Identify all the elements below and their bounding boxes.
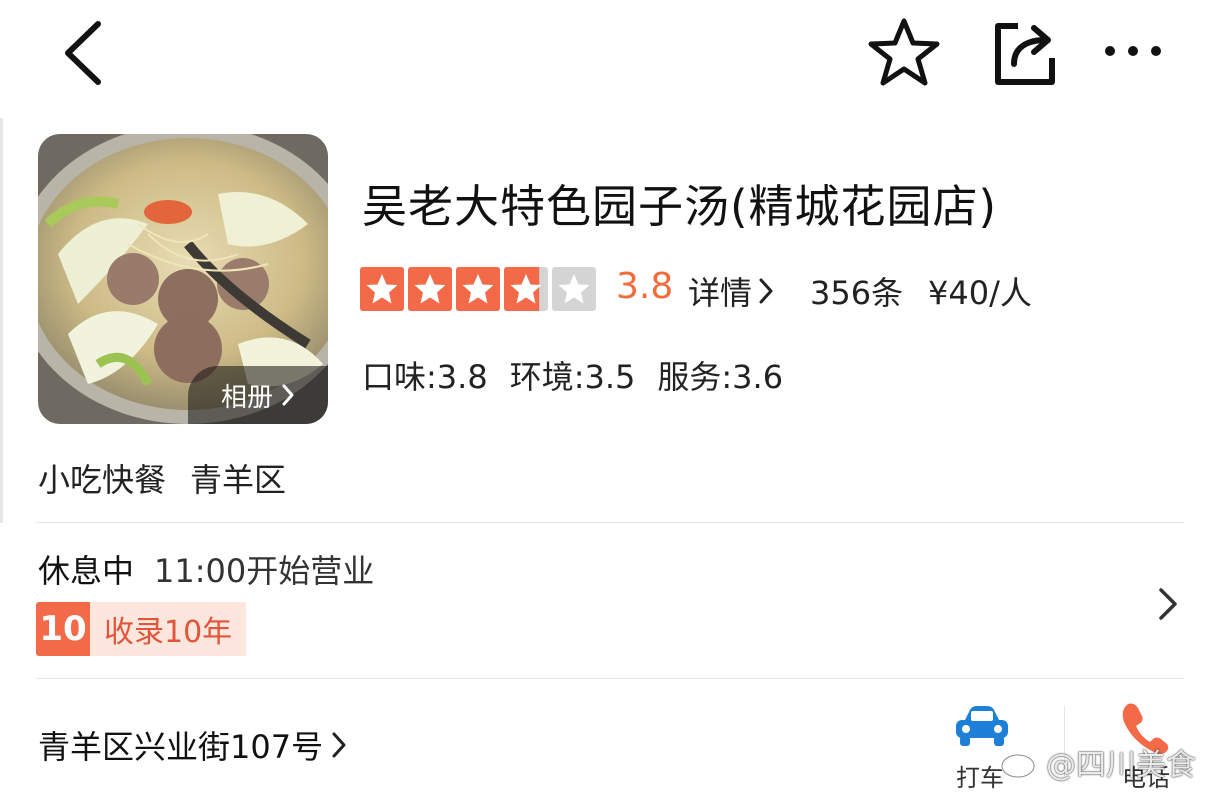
favorite-button[interactable] xyxy=(866,16,942,88)
district: 青羊区 xyxy=(190,461,287,499)
rating-detail-link[interactable]: 详情 xyxy=(688,268,774,314)
album-button[interactable]: 相册 xyxy=(188,366,328,424)
share-icon xyxy=(995,23,1055,85)
rating-star xyxy=(360,267,404,311)
divider xyxy=(36,678,1184,679)
service-score: 服务:3.6 xyxy=(657,358,784,396)
shop-photo[interactable]: 相册 xyxy=(38,134,328,424)
review-count[interactable]: 356条 xyxy=(810,268,903,314)
star-icon xyxy=(408,267,452,311)
star-rating xyxy=(360,267,596,311)
avg-price: ¥40/人 xyxy=(928,274,1032,312)
badge-number: 10 xyxy=(36,602,90,656)
star-icon xyxy=(360,267,404,311)
back-button[interactable] xyxy=(58,20,110,86)
environment-score: 环境:3.5 xyxy=(509,358,636,396)
chevron-right-icon xyxy=(759,278,773,304)
taxi-label: 打车 xyxy=(956,764,1004,792)
category-line: 小吃快餐 青羊区 xyxy=(38,455,286,501)
divider xyxy=(36,522,1184,523)
status-chevron-button[interactable] xyxy=(1152,582,1182,626)
chevron-right-icon xyxy=(282,384,294,406)
rating-star xyxy=(408,267,452,311)
opening-hours: 11:00开始营业 xyxy=(154,552,375,590)
chevron-right-icon xyxy=(332,732,346,758)
rating-star xyxy=(504,267,548,311)
address-link[interactable]: 青羊区兴业街107号 xyxy=(38,722,347,768)
back-arrow-icon xyxy=(65,21,101,85)
rating-star xyxy=(552,267,596,311)
taste-score: 口味:3.8 xyxy=(362,358,488,396)
category: 小吃快餐 xyxy=(38,461,167,499)
more-icon xyxy=(1105,46,1161,56)
weibo-icon xyxy=(1000,749,1041,779)
star-icon xyxy=(504,267,548,311)
rating-star xyxy=(456,267,500,311)
favorite-star-icon xyxy=(868,18,940,86)
detail-label: 详情 xyxy=(688,274,753,312)
business-status[interactable]: 休息中 11:00开始营业 xyxy=(38,546,374,592)
chevron-right-icon xyxy=(1159,588,1177,620)
album-label: 相册 xyxy=(220,382,273,413)
star-icon xyxy=(456,267,500,311)
edge-shadow xyxy=(0,118,3,523)
address-text: 青羊区兴业街107号 xyxy=(38,728,324,766)
sub-scores: 口味:3.8 环境:3.5 服务:3.6 xyxy=(362,352,783,398)
rating-score: 3.8 xyxy=(616,266,674,307)
listed-years-badge: 10 收录10年 xyxy=(36,602,247,656)
watermark: @四川美食 xyxy=(1000,740,1196,784)
star-icon xyxy=(552,267,596,311)
more-button[interactable] xyxy=(1100,36,1170,66)
status-state: 休息中 xyxy=(38,552,135,590)
share-button[interactable] xyxy=(990,18,1060,88)
badge-text: 收录10年 xyxy=(90,602,247,656)
shop-name: 吴老大特色园子汤(精城花园店) xyxy=(362,180,998,233)
watermark-text: @四川美食 xyxy=(1046,748,1196,783)
